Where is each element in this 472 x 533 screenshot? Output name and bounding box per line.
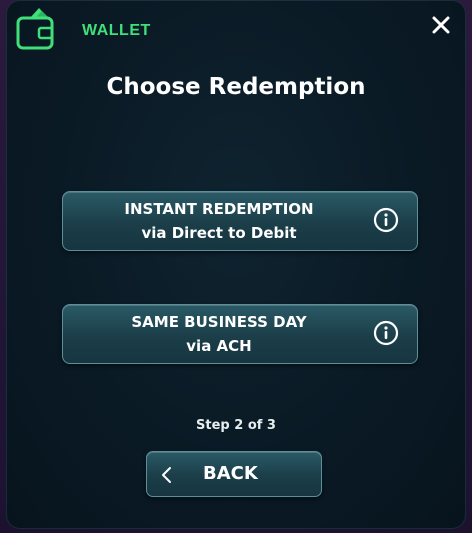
- chevron-left-icon: [162, 467, 171, 483]
- instant-redemption-button[interactable]: INSTANT REDEMPTION via Direct to Debit: [62, 191, 418, 251]
- back-button[interactable]: BACK: [146, 451, 322, 497]
- back-button-label: BACK: [203, 463, 258, 484]
- step-indicator: Step 2 of 3: [196, 418, 276, 433]
- modal-frame: WALLET Choose Redemption INSTANT REDEMPT…: [0, 0, 472, 533]
- page-title: Choose Redemption: [106, 74, 366, 100]
- instant-redemption-text: INSTANT REDEMPTION via Direct to Debit: [63, 192, 375, 250]
- close-button[interactable]: [426, 10, 456, 40]
- info-icon[interactable]: [373, 207, 399, 233]
- wallet-label: WALLET: [82, 22, 151, 39]
- wallet-icon: [16, 8, 54, 50]
- instant-redemption-title: INSTANT REDEMPTION: [124, 200, 314, 218]
- info-icon[interactable]: [373, 320, 399, 346]
- same-business-day-button[interactable]: SAME BUSINESS DAY via ACH: [62, 304, 418, 364]
- instant-redemption-subtitle: via Direct to Debit: [141, 224, 297, 242]
- same-business-day-subtitle: via ACH: [186, 337, 252, 355]
- same-business-day-title: SAME BUSINESS DAY: [131, 313, 307, 331]
- close-icon: [432, 16, 450, 34]
- same-business-day-text: SAME BUSINESS DAY via ACH: [63, 305, 375, 363]
- wallet-panel: WALLET Choose Redemption INSTANT REDEMPT…: [6, 0, 466, 529]
